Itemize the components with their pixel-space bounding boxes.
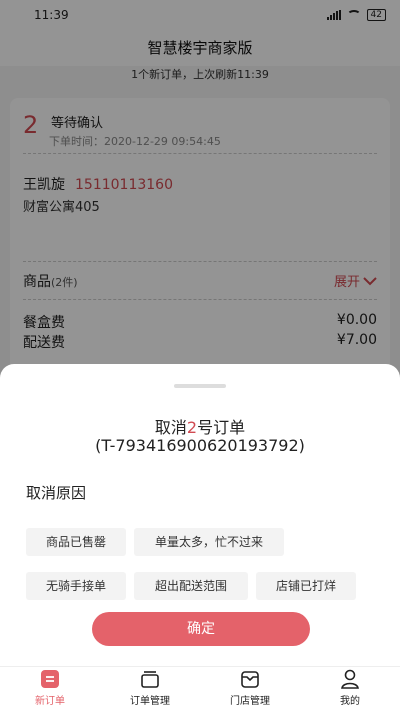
order-id: (T-793416900620193792) [95,436,305,455]
reason-option[interactable]: 单量太多，忙不过来 [134,528,284,556]
tab-label: 新订单 [35,696,65,707]
sheet-title: 取消2号订单 [0,414,400,438]
store-manage-icon [241,671,259,688]
reason-option[interactable]: 商品已售罄 [26,528,126,556]
new-order-icon [41,670,59,688]
title-order-number: 2 [186,418,198,437]
title-prefix: 取消 [154,418,187,437]
title-suffix: 号订单 [197,418,246,437]
tab-new-orders[interactable]: 新订单 [0,667,100,711]
profile-icon [341,669,359,689]
tab-profile[interactable]: 我的 [300,667,400,711]
tab-label: 门店管理 [230,696,270,707]
reason-option[interactable]: 无骑手接单 [26,572,126,600]
tab-order-management[interactable]: 订单管理 [100,667,200,711]
order-manage-icon [141,671,159,688]
tab-store-management[interactable]: 门店管理 [200,667,300,711]
tab-label: 我的 [340,696,360,707]
tab-bar: 新订单 订单管理 门店管理 我的 [0,666,400,711]
confirm-button[interactable]: 确定 [92,612,310,646]
reason-title: 取消原因 [26,484,87,502]
cancel-order-sheet: 取消2号订单 (T-793416900620193792) 取消原因 商品已售罄… [0,364,400,666]
tab-label: 订单管理 [130,696,170,707]
sheet-handle[interactable] [174,384,226,388]
reason-option[interactable]: 超出配送范围 [134,572,248,600]
reason-option[interactable]: 店铺已打烊 [256,572,356,600]
